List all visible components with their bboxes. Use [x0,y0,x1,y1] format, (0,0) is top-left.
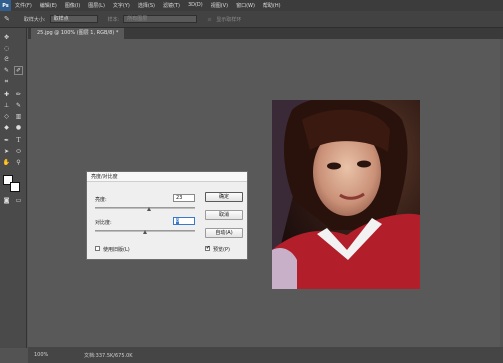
tools-panel: ✥ ◌ ᘓ ✎ ⌗ ✐ ✚ ✏ ⊥ ✎ ◇ ▥ ◆ ● ✒ T ➤ ⬭ ✋ ⚲ … [0,28,27,348]
show-ring-label: 显示取样环 [216,16,242,23]
menu-item[interactable]: 窗口(W) [232,2,259,9]
sample-select[interactable]: 所有图层 [123,15,198,23]
contrast-slider-thumb[interactable] [143,230,147,234]
hand-tool-icon[interactable]: ✋ [2,158,11,167]
sample-size-label: 取样大小: [23,16,46,23]
ok-button[interactable]: 确定 [205,192,243,202]
blur-tool-icon[interactable]: ◆ [2,123,11,132]
menu-item[interactable]: 文件(F) [11,2,36,9]
status-bar: 100% 文档:337.5K/675.0K [28,347,503,363]
contrast-label: 对比度: [95,220,112,226]
document-size: 文档:337.5K/675.0K [84,353,133,359]
menu-item[interactable]: 帮助(H) [259,2,285,9]
menu-item[interactable]: 3D(D) [184,2,207,9]
menu-item[interactable]: 图层(L) [84,2,109,9]
brightness-input[interactable]: 23 [173,194,195,202]
background-color-swatch[interactable] [10,182,20,192]
document-image [272,100,420,289]
cancel-button[interactable]: 取消 [205,210,243,220]
brightness-value: 23 [176,195,183,201]
menu-item[interactable]: 选择(S) [134,2,159,9]
menu-items: 文件(F) 编辑(E) 图像(I) 图层(L) 文字(Y) 选择(S) 滤镜(T) 3D(D)… [11,2,285,9]
portrait-photo [272,100,420,289]
eyedropper-tool-icon[interactable]: ✐ [14,66,23,75]
contrast-input[interactable]: 8 [173,217,195,225]
type-tool-icon[interactable]: T [14,136,23,145]
healing-brush-icon[interactable]: ✚ [2,90,11,99]
sample-size-select[interactable]: 取样点 [49,15,98,23]
use-legacy-label: 使用旧版(L) [103,247,130,253]
auto-button[interactable]: 自动(A) [205,228,243,238]
preview-check-mark: ✔ [206,245,211,251]
marquee-tool-icon[interactable]: ◌ [2,44,11,53]
menu-bar: Ps 文件(F) 编辑(E) 图像(I) 图层(L) 文字(Y) 选择(S) 滤镜(T) 3D… [0,0,503,11]
contrast-value: 8 [176,218,180,224]
quick-select-tool-icon[interactable]: ✎ [2,66,11,75]
document-tab[interactable]: 25.jpg @ 100% (图层 1, RGB/8) * [31,28,125,39]
menu-item[interactable]: 视图(V) [207,2,232,9]
sample-label: 样本: [107,16,120,23]
lasso-tool-icon[interactable]: ᘓ [2,55,11,64]
brightness-label: 亮度: [95,197,107,203]
brightness-slider-track[interactable] [95,207,195,209]
pen-tool-icon[interactable]: ✒ [2,136,11,145]
menu-item[interactable]: 图像(I) [61,2,84,9]
crop-tool-icon[interactable]: ⌗ [2,77,11,86]
eyedropper-icon[interactable]: ✎ [4,15,10,23]
clone-stamp-icon[interactable]: ⊥ [2,101,11,110]
brush-tool-icon[interactable]: ✏ [14,90,23,99]
preview-label: 预览(P) [213,247,230,253]
screen-mode-icon[interactable]: ▭ [14,196,23,205]
options-bar: ✎ 取样大小: 取样点 样本: 所有图层 显示取样环 [0,11,503,28]
path-select-icon[interactable]: ➤ [2,147,11,156]
quick-mask-icon[interactable]: ◙ [2,196,11,205]
menu-item[interactable]: 编辑(E) [36,2,61,9]
dialog-title: 亮度/对比度 [87,172,247,182]
move-tool-icon[interactable]: ✥ [2,33,11,42]
brightness-slider-thumb[interactable] [147,207,151,211]
brightness-contrast-dialog: 亮度/对比度 亮度: 23 对比度: 8 使用旧版(L) 确定 取消 自动(A)… [86,171,248,260]
zoom-tool-icon[interactable]: ⚲ [14,158,23,167]
zoom-level[interactable]: 100% [34,352,48,358]
shape-tool-icon[interactable]: ⬭ [14,147,23,156]
photoshop-logo: Ps [0,0,11,11]
preview-checkbox[interactable]: ✔ [205,246,210,251]
menu-item[interactable]: 文字(Y) [109,2,134,9]
dodge-tool-icon[interactable]: ● [14,123,23,132]
show-ring-checkbox[interactable] [207,16,213,22]
eraser-tool-icon[interactable]: ◇ [2,112,11,121]
history-brush-icon[interactable]: ✎ [14,101,23,110]
document-tab-bar: 25.jpg @ 100% (图层 1, RGB/8) * [28,28,503,39]
use-legacy-checkbox[interactable] [95,246,100,251]
gradient-tool-icon[interactable]: ▥ [14,112,23,121]
menu-item[interactable]: 滤镜(T) [159,2,184,9]
